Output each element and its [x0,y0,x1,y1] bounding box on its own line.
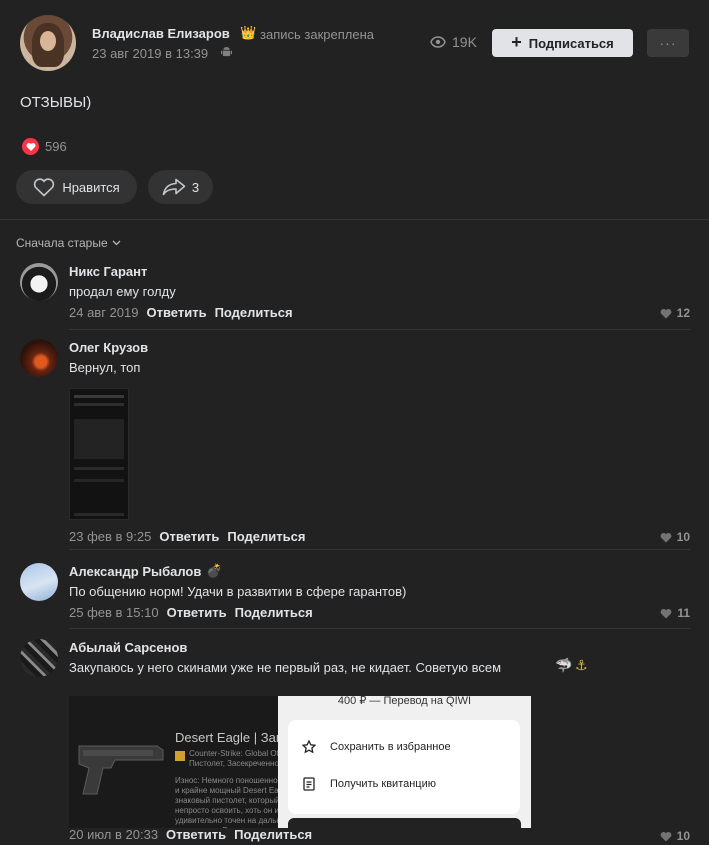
commenter-avatar[interactable] [20,639,58,677]
comment-like-button[interactable]: 10 [660,829,690,843]
divider [69,628,690,629]
comment-author[interactable]: Александр Рыбалов [69,564,201,579]
reply-button[interactable]: Ответить [159,529,219,544]
android-icon [221,46,232,57]
commenter-avatar[interactable] [20,263,58,301]
like-label: Нравится [62,179,120,195]
qiwi-save-row: Сохранить в избранное [302,740,451,754]
comment-like-button[interactable]: 12 [660,306,690,320]
heart-icon [660,608,672,618]
comment-text: продал ему голду [69,284,176,299]
reply-button[interactable]: Ответить [167,605,227,620]
reply-button[interactable]: Ответить [146,305,206,320]
comment-likes: 10 [676,530,690,544]
comment-meta: 23 фев в 9:25 Ответить Поделиться [69,529,305,544]
post-date[interactable]: 23 авг 2019 в 13:39 [92,46,208,61]
shark-icon: 🦈 [555,657,573,673]
post-text: ОТЗЫВЫ) [20,94,92,111]
comment-author[interactable]: Никс Гарант [69,264,147,279]
comment-meta: 20 июл в 20:33 Ответить Поделиться [69,827,312,842]
comment-meta: 25 фев в 15:10 Ответить Поделиться [69,605,313,620]
comment-likes: 11 [677,606,690,620]
comment-like-button[interactable]: 10 [660,530,690,544]
comment-item: Абылай Сарсенов Закупаюсь у него скинами… [20,639,690,845]
author-avatar[interactable] [20,15,76,71]
more-options-button[interactable]: ··· [647,29,689,57]
qiwi-menu: Сохранить в избранное Получить квитанцию [288,720,520,814]
heart-icon [660,308,672,318]
comment-text: По общению норм! Удачи в развитии в сфер… [69,584,407,599]
comment-date[interactable]: 24 авг 2019 [69,305,138,320]
bomb-icon: 💣 [206,563,223,578]
qiwi-attachment[interactable]: 400 ₽ — Перевод на QIWI Сохранить в избр… [278,696,531,828]
share-comment-button[interactable]: Поделиться [215,305,293,320]
comment-item: Олег Крузов Вернул, топ 23 фев в 9:25 От… [20,339,690,550]
heart-icon [660,532,672,542]
anchor-icon: ⚓ [575,657,588,673]
heart-reaction-icon [22,138,39,155]
more-icon: ··· [659,35,677,51]
star-icon [302,740,316,754]
comment-author[interactable]: Абылай Сарсенов [69,640,187,655]
pinned-label: запись закреплена [260,27,374,42]
share-comment-button[interactable]: Поделиться [235,605,313,620]
comment-text: Вернул, топ [69,360,141,375]
receipt-icon [303,777,315,791]
share-button[interactable]: 3 [148,170,213,204]
share-comment-button[interactable]: Поделиться [234,827,312,842]
sort-dropdown[interactable]: Сначала старые [16,236,121,250]
heart-icon [34,177,55,197]
comment-date[interactable]: 20 июл в 20:33 [69,827,158,842]
qiwi-receipt-row: Получить квитанцию [302,777,436,791]
comment-item: Никс Гарант продал ему голду 24 авг 2019… [20,263,690,330]
screenshot-attachment[interactable] [69,388,129,520]
eye-icon [430,36,446,48]
sort-label: Сначала старые [16,236,108,250]
crown-icon: 👑 [240,25,257,40]
comment-like-button[interactable]: 11 [660,606,690,620]
share-icon [162,178,186,196]
heart-icon [660,831,672,841]
comment-date[interactable]: 23 фев в 9:25 [69,529,151,544]
post-header: Владислав Елизаров 👑 запись закреплена 2… [20,15,690,71]
divider [0,219,709,220]
pistol-icon [78,745,164,795]
comment-author[interactable]: Олег Крузов [69,340,148,355]
reactions-count: 596 [45,139,67,154]
views-counter: 19K [430,34,477,50]
divider [69,329,690,330]
subscribe-label: Подписаться [528,35,614,51]
shares-count: 3 [191,179,200,195]
comment-date[interactable]: 25 фев в 15:10 [69,605,159,620]
commenter-avatar[interactable] [20,563,58,601]
comment-likes: 12 [676,306,690,320]
share-comment-button[interactable]: Поделиться [227,529,305,544]
chevron-down-icon [112,240,121,246]
divider [69,549,690,550]
like-button[interactable]: Нравится [16,170,137,204]
qiwi-header: 400 ₽ — Перевод на QIWI [337,696,472,707]
comment-likes: 10 [676,829,690,843]
reply-button[interactable]: Ответить [166,827,226,842]
commenter-avatar[interactable] [20,339,58,377]
author-name[interactable]: Владислав Елизаров [92,26,230,41]
plus-icon: + [511,32,522,52]
csgo-icon [175,751,185,761]
subscribe-button[interactable]: + Подписаться [492,29,633,57]
comment-item: Александр Рыбалов 💣 По общению норм! Уда… [20,563,690,629]
reactions-summary[interactable]: 596 [22,138,67,155]
qiwi-bottom-bar [288,818,521,828]
comment-text: Закупаюсь у него скинами уже не первый р… [69,660,502,675]
views-count: 19K [452,34,477,50]
comment-meta: 24 авг 2019 Ответить Поделиться [69,305,293,320]
